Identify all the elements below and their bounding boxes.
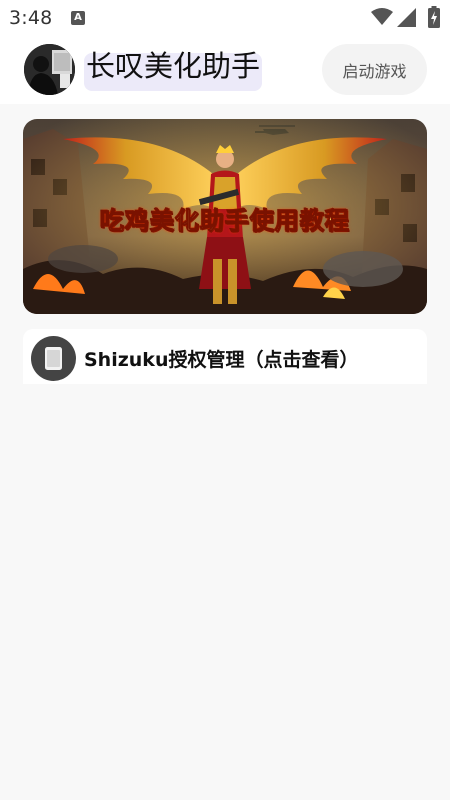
- status-bar: 3:48 A: [0, 0, 450, 36]
- signal-icon: [397, 8, 416, 27]
- avatar[interactable]: [24, 44, 75, 95]
- shizuku-auth-card[interactable]: Shizuku授权管理（点击查看）: [23, 329, 427, 384]
- avatar-image: [24, 44, 75, 95]
- app-header: 长叹美化助手 启动游戏: [0, 36, 450, 104]
- battery-charging-icon: [428, 6, 440, 28]
- banner-image: [23, 119, 427, 314]
- title-highlight: 长叹美化助手: [84, 49, 263, 91]
- status-time: 3:48: [9, 7, 53, 29]
- launch-game-button[interactable]: 启动游戏: [322, 44, 427, 95]
- tutorial-banner[interactable]: 吃鸡美化助手使用教程: [23, 119, 427, 314]
- wifi-icon: [371, 8, 393, 25]
- shizuku-label: Shizuku授权管理（点击查看）: [84, 349, 359, 371]
- a-notification-icon: A: [71, 11, 85, 25]
- shizuku-phone-icon: [31, 336, 76, 381]
- app-title: 长叹美化助手: [86, 49, 261, 83]
